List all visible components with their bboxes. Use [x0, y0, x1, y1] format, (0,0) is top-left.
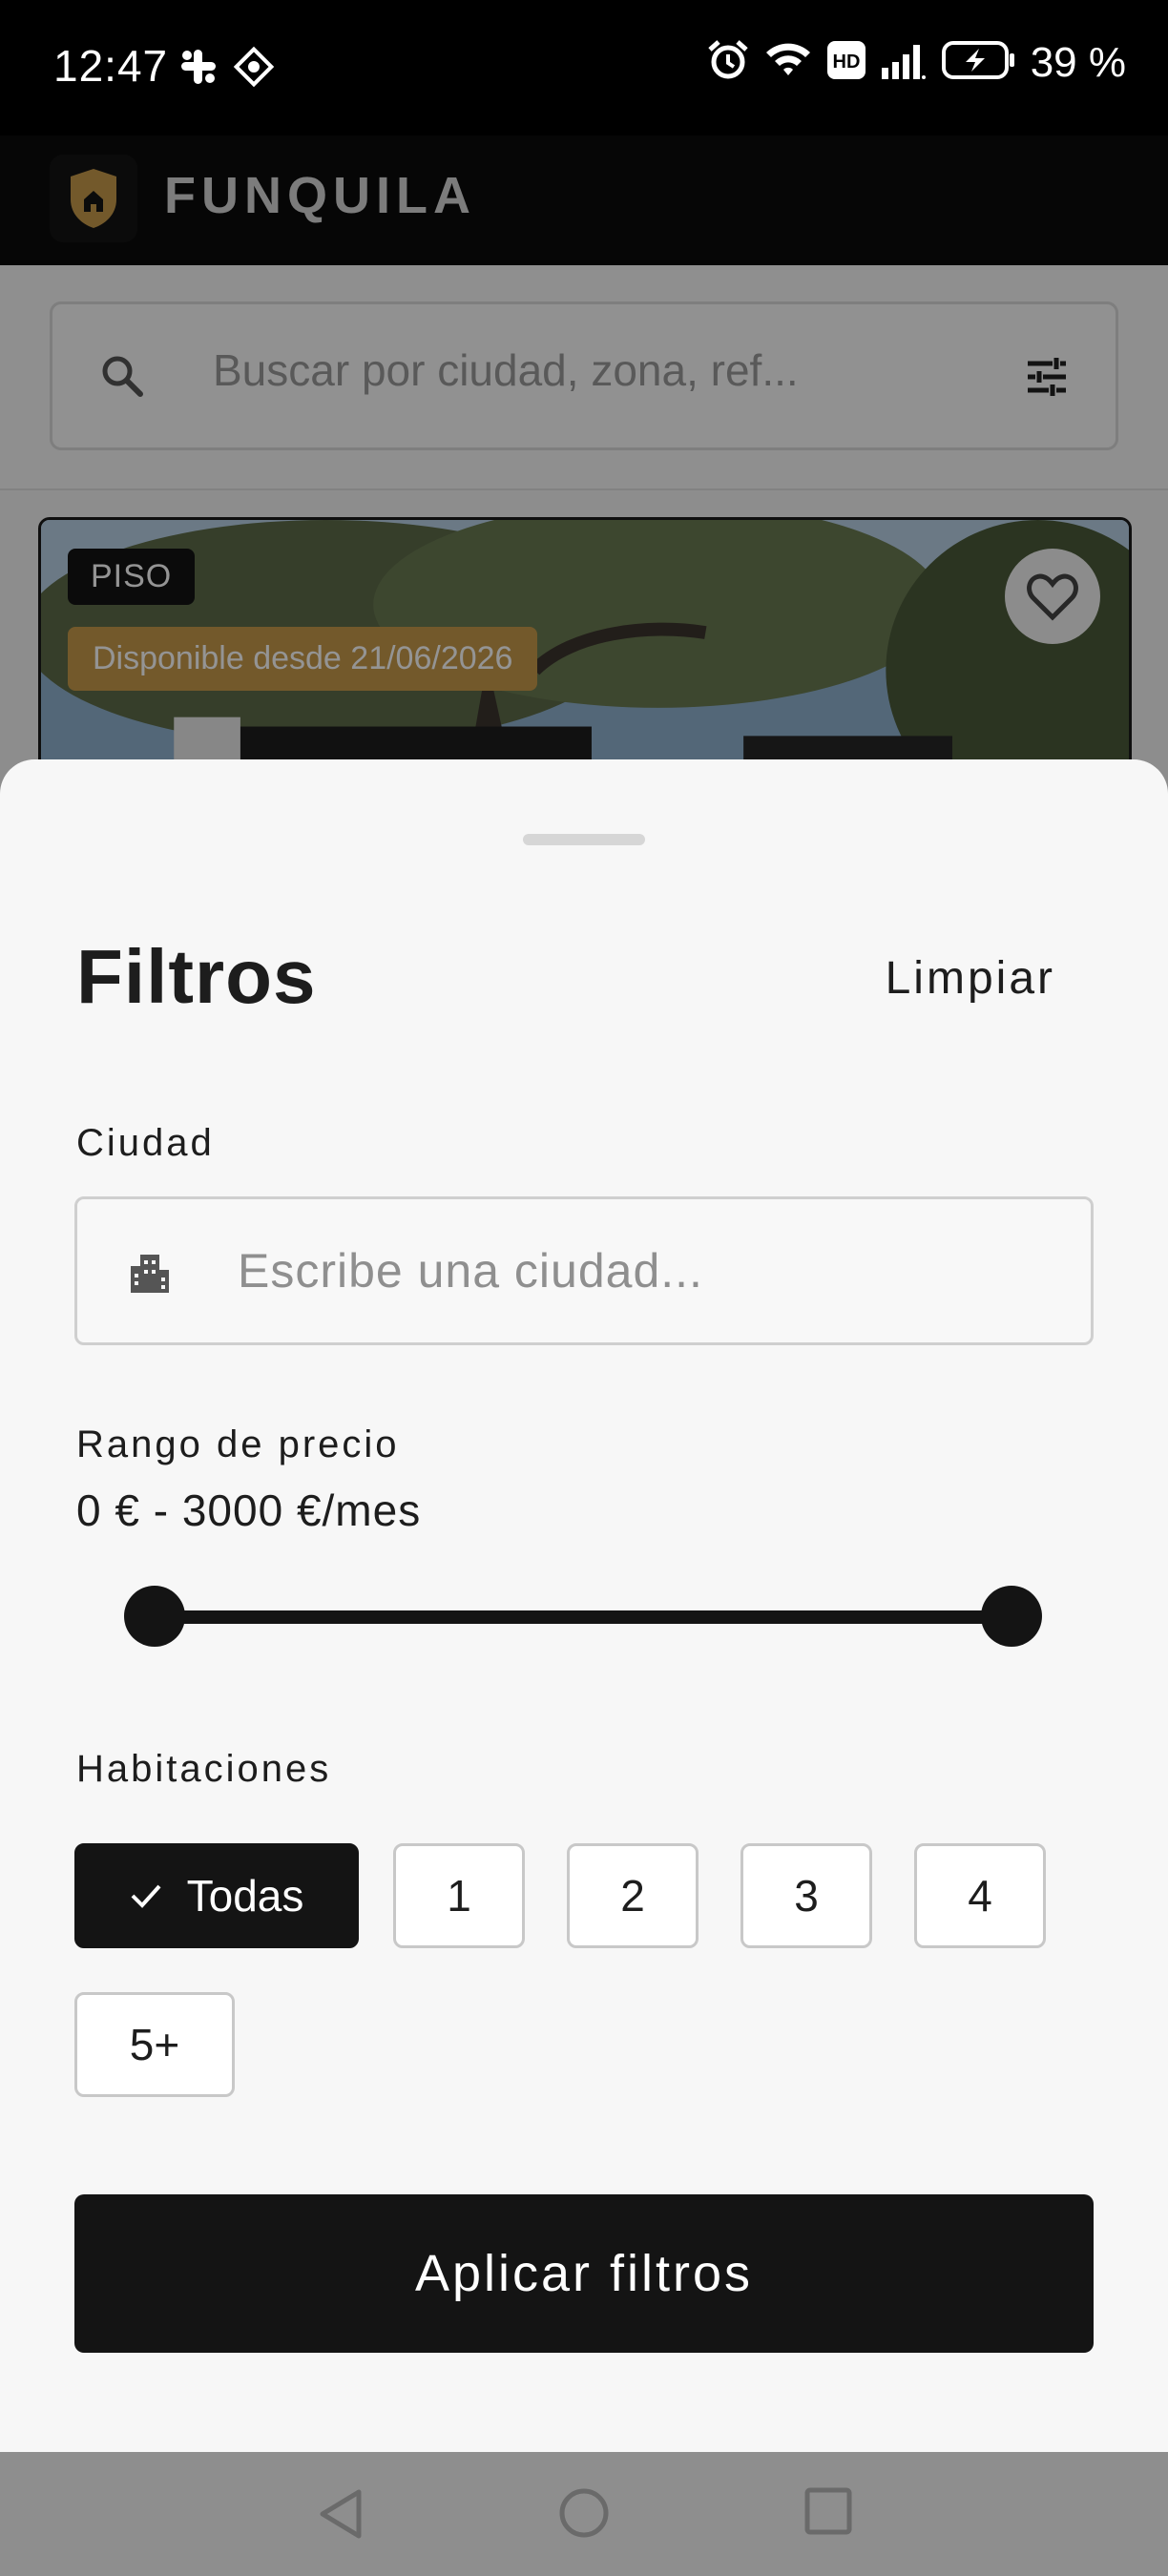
app-icon	[233, 46, 275, 93]
city-input[interactable]	[238, 1243, 1020, 1298]
system-icons: HD 39 %	[706, 38, 1126, 87]
recents-icon[interactable]	[803, 2486, 853, 2541]
sheet-title: Filtros	[76, 934, 317, 1019]
price-range-label: Rango de precio	[76, 1423, 400, 1465]
rooms-chip-1[interactable]: 1	[393, 1843, 525, 1948]
back-icon[interactable]	[315, 2486, 366, 2546]
hd-icon: HD	[826, 40, 866, 85]
rooms-chip-label: 4	[968, 1871, 992, 1921]
city-label: Ciudad	[76, 1122, 215, 1164]
slack-icon	[177, 46, 219, 93]
rooms-chip-2[interactable]: 2	[567, 1843, 699, 1948]
notification-icons	[177, 46, 275, 93]
rooms-chip-label: 3	[794, 1871, 819, 1921]
home-icon[interactable]	[557, 2486, 611, 2545]
svg-text:HD: HD	[832, 52, 860, 73]
price-range-slider[interactable]	[124, 1582, 1042, 1651]
battery-icon	[941, 39, 1017, 86]
status-time: 12:47	[53, 41, 169, 91]
rooms-chip-3[interactable]: 3	[740, 1843, 872, 1948]
rooms-chip-label: 5+	[129, 2020, 180, 2069]
slider-thumb-max[interactable]	[981, 1586, 1042, 1647]
status-bar: 12:47 HD 39 %	[0, 0, 1168, 135]
system-nav-bar	[0, 2452, 1168, 2576]
signal-icon	[880, 39, 928, 86]
filters-sheet: Filtros Limpiar Ciudad Rango de precio 0…	[0, 759, 1168, 2452]
clear-button[interactable]: Limpiar	[886, 952, 1055, 1005]
wifi-icon	[763, 39, 813, 86]
rooms-chip-5-plus[interactable]: 5+	[74, 1992, 235, 2097]
building-icon	[127, 1249, 173, 1299]
alarm-icon	[706, 38, 750, 87]
rooms-chip-4[interactable]: 4	[914, 1843, 1046, 1948]
price-range-value: 0 € - 3000 €/mes	[76, 1485, 422, 1535]
drag-handle[interactable]	[523, 834, 645, 845]
rooms-chip-label: 1	[447, 1871, 471, 1921]
slider-thumb-min[interactable]	[124, 1586, 185, 1647]
slider-track[interactable]	[155, 1610, 1012, 1624]
check-icon	[131, 1884, 161, 1908]
rooms-chip-all[interactable]: Todas	[74, 1843, 359, 1948]
rooms-label: Habitaciones	[76, 1748, 332, 1790]
rooms-chip-label: 2	[620, 1871, 645, 1921]
city-field[interactable]	[74, 1196, 1094, 1345]
battery-percentage: 39 %	[1030, 38, 1126, 86]
rooms-chip-label: Todas	[186, 1871, 304, 1921]
apply-filters-button[interactable]: Aplicar filtros	[74, 2194, 1094, 2353]
